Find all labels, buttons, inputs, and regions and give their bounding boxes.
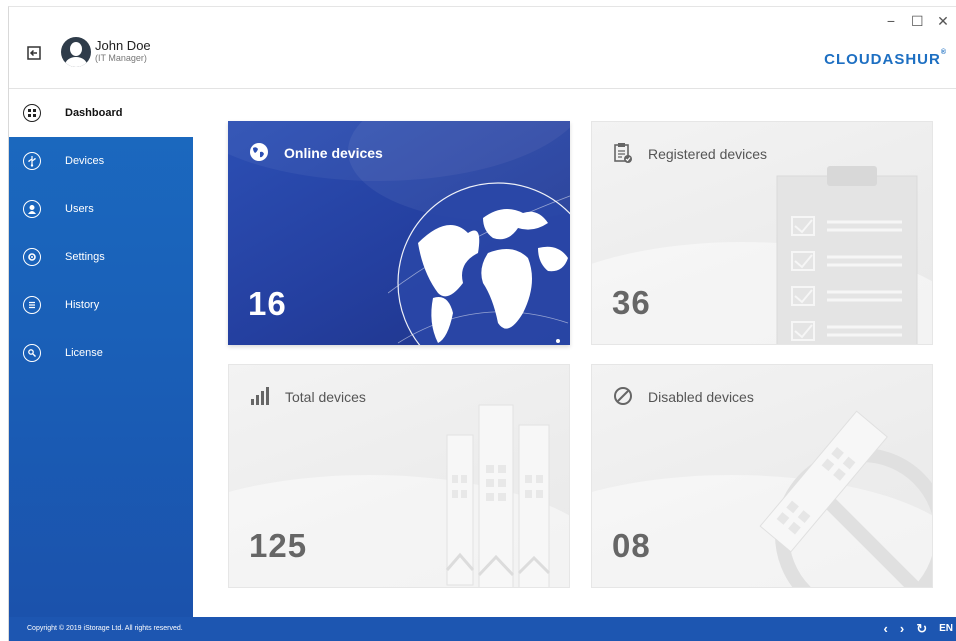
sidebar-item-history[interactable]: History bbox=[9, 281, 193, 329]
minimize-button[interactable]: − bbox=[885, 14, 897, 28]
sidebar-item-dashboard[interactable]: Dashboard bbox=[9, 89, 193, 137]
globe-icon bbox=[250, 143, 268, 161]
sidebar-item-label: License bbox=[65, 347, 103, 359]
online-devices-card[interactable]: Online devices 16 bbox=[228, 121, 570, 345]
prohibited-icon bbox=[614, 387, 632, 405]
user-role: (IT Manager) bbox=[95, 53, 147, 63]
card-count: 08 bbox=[612, 527, 651, 564]
avatar[interactable] bbox=[61, 37, 91, 67]
sidebar: Dashboard Devices Users Settings History bbox=[9, 89, 193, 617]
footer-controls: ‹ › ↻ EN bbox=[884, 621, 954, 637]
clipboard-icon bbox=[614, 143, 632, 163]
card-title: Total devices bbox=[285, 389, 366, 405]
sidebar-item-label: Users bbox=[65, 203, 94, 215]
maximize-button[interactable]: ☐ bbox=[911, 14, 924, 28]
back-button[interactable]: ‹ bbox=[884, 621, 888, 637]
card-count: 16 bbox=[248, 285, 287, 322]
clipboard-illustration bbox=[776, 166, 918, 344]
app-window: John Doe (IT Manager) − ☐ ✕ CLOUDASHUR® … bbox=[8, 6, 956, 641]
sidebar-item-devices[interactable]: Devices bbox=[9, 137, 193, 185]
copyright-text: Copyright © 2019 iStorage Ltd. All right… bbox=[27, 625, 183, 632]
card-count: 125 bbox=[249, 527, 308, 564]
registered-devices-card[interactable]: Registered devices 36 bbox=[591, 121, 933, 345]
sidebar-item-label: Dashboard bbox=[65, 107, 123, 119]
brand-logo: CLOUDASHUR® bbox=[824, 49, 947, 68]
sidebar-item-settings[interactable]: Settings bbox=[9, 233, 193, 281]
sidebar-item-license[interactable]: License bbox=[9, 329, 193, 377]
bar-chart-icon bbox=[251, 387, 269, 405]
list-icon bbox=[23, 296, 41, 314]
language-selector[interactable]: EN bbox=[939, 621, 953, 637]
total-devices-card[interactable]: Total devices 125 bbox=[228, 364, 570, 588]
footer: Copyright © 2019 iStorage Ltd. All right… bbox=[9, 617, 956, 641]
sidebar-item-label: Devices bbox=[65, 155, 105, 167]
sidebar-item-label: Settings bbox=[65, 251, 105, 263]
logout-icon[interactable] bbox=[27, 46, 41, 60]
sidebar-item-label: History bbox=[65, 299, 100, 311]
card-count: 36 bbox=[612, 284, 651, 321]
close-button[interactable]: ✕ bbox=[937, 14, 949, 28]
user-name: John Doe bbox=[95, 38, 151, 53]
window-controls: − ☐ ✕ bbox=[885, 14, 949, 28]
globe-illustration bbox=[388, 182, 570, 345]
usb-drives-illustration bbox=[445, 404, 551, 587]
forward-button[interactable]: › bbox=[900, 621, 904, 637]
key-icon bbox=[23, 344, 41, 362]
card-title: Disabled devices bbox=[648, 389, 754, 405]
usb-icon bbox=[23, 152, 41, 170]
refresh-button[interactable]: ↻ bbox=[916, 621, 927, 637]
disabled-usb-illustration bbox=[759, 410, 932, 587]
sidebar-item-users[interactable]: Users bbox=[9, 185, 193, 233]
card-title: Registered devices bbox=[648, 146, 768, 162]
header: John Doe (IT Manager) − ☐ ✕ CLOUDASHUR® bbox=[9, 7, 956, 89]
gear-icon bbox=[23, 248, 41, 266]
card-title: Online devices bbox=[284, 145, 383, 161]
user-icon bbox=[23, 200, 41, 218]
grid-icon bbox=[23, 104, 41, 122]
disabled-devices-card[interactable]: Disabled devices 08 bbox=[591, 364, 933, 588]
